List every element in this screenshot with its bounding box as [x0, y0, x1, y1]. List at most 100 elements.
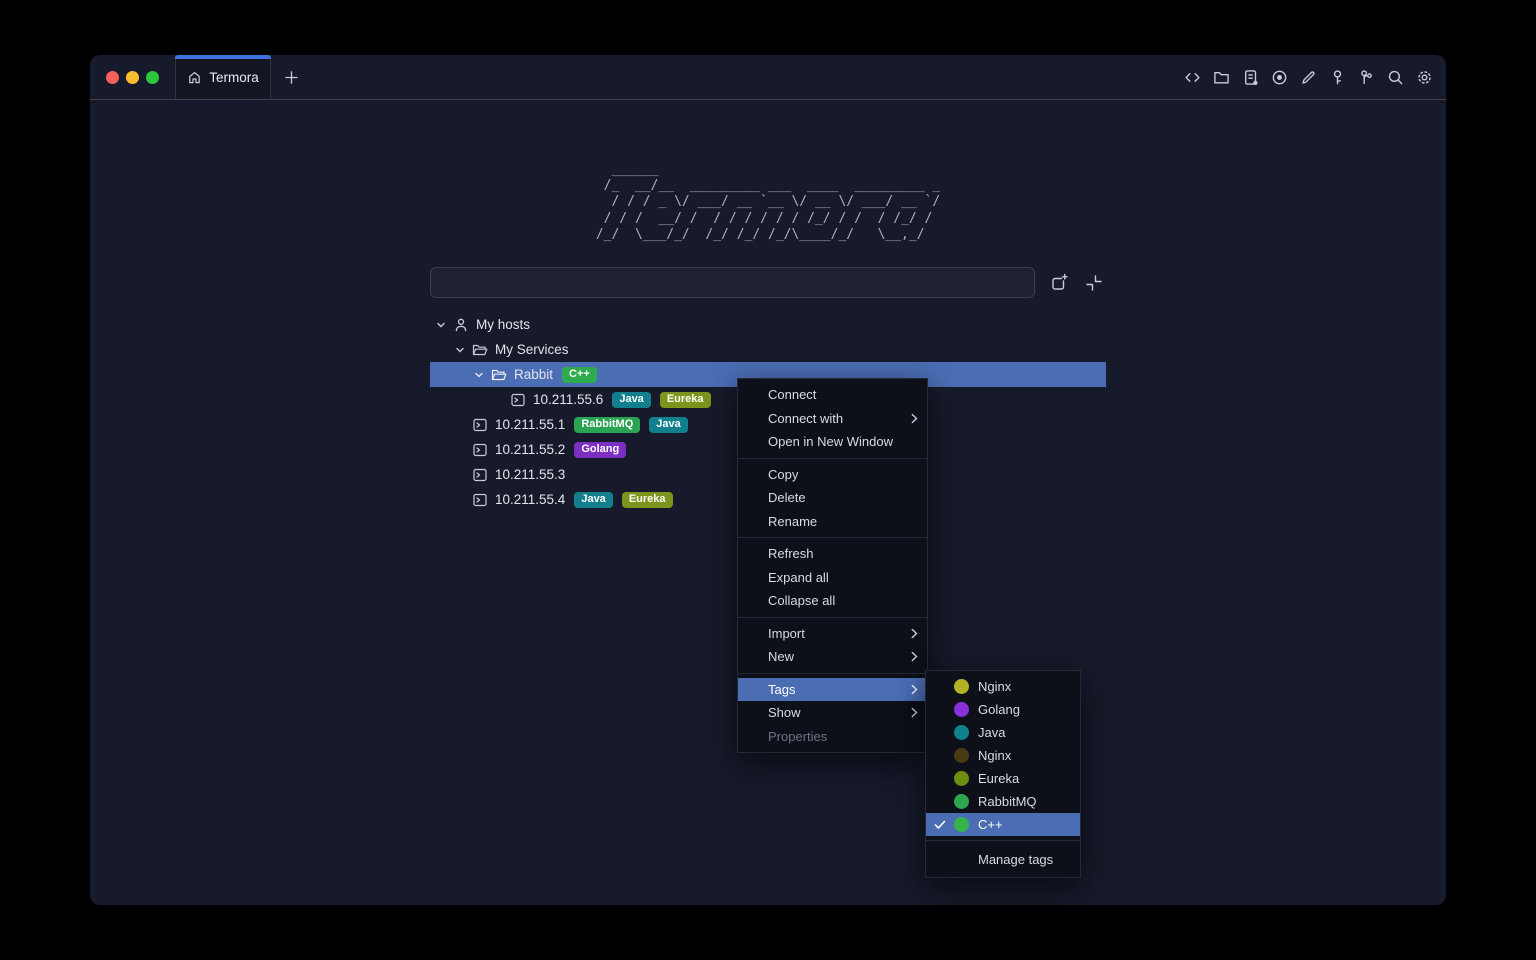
menu-item-label: Tags	[768, 682, 795, 697]
submenu-item-eureka[interactable]: Eureka	[926, 767, 1080, 790]
tree-item-my-services[interactable]: My Services	[430, 337, 1106, 362]
tree-item-label: 10.211.55.4	[495, 492, 565, 507]
menu-item-tags[interactable]: Tags	[738, 678, 927, 702]
ascii-logo: ______ /_ __/__ _________ ___ ____ _____…	[596, 162, 940, 243]
tag-color-dot	[954, 771, 969, 786]
tree-item-label: 10.211.55.3	[495, 467, 565, 482]
tags-submenu: Nginx Golang Java Nginx Eureka RabbitMQ	[925, 670, 1081, 878]
folder-open-icon	[472, 342, 488, 358]
log-icon[interactable]	[1241, 68, 1259, 86]
tree-item-label: 10.211.55.2	[495, 442, 565, 457]
terminal-icon	[472, 467, 488, 483]
collapse-all-button[interactable]	[1083, 272, 1105, 294]
menu-item-collapse-all[interactable]: Collapse all	[738, 589, 927, 613]
chevron-right-icon	[911, 413, 918, 424]
settings-icon[interactable]	[1415, 68, 1433, 86]
minimize-window-button[interactable]	[126, 71, 139, 84]
chevron-right-icon	[911, 684, 918, 695]
menu-item-label: Connect with	[768, 411, 843, 426]
tab-bar: Termora	[90, 55, 1446, 100]
home-icon	[187, 70, 202, 85]
menu-item-connect[interactable]: Connect	[738, 383, 927, 407]
menu-item-label: Connect	[768, 387, 816, 402]
edit-icon[interactable]	[1299, 68, 1317, 86]
menu-separator	[738, 617, 927, 618]
submenu-item-rabbitmq[interactable]: RabbitMQ	[926, 790, 1080, 813]
menu-item-delete[interactable]: Delete	[738, 486, 927, 510]
key-icon[interactable]	[1328, 68, 1346, 86]
menu-item-label: Refresh	[768, 546, 814, 561]
chevron-down-icon[interactable]	[434, 318, 448, 332]
tag-badge: RabbitMQ	[574, 417, 640, 433]
close-window-button[interactable]	[106, 71, 119, 84]
add-host-button[interactable]	[1048, 272, 1070, 294]
submenu-item-nginx-2[interactable]: Nginx	[926, 744, 1080, 767]
submenu-item-label: RabbitMQ	[978, 794, 1037, 809]
menu-item-label: New	[768, 649, 794, 664]
tag-color-dot	[954, 725, 969, 740]
search-icon[interactable]	[1386, 68, 1404, 86]
chevron-down-icon[interactable]	[453, 343, 467, 357]
tag-color-dot	[954, 679, 969, 694]
code-icon[interactable]	[1183, 68, 1201, 86]
submenu-item-label: Java	[978, 725, 1005, 740]
menu-item-label: Rename	[768, 514, 817, 529]
tag-badge: Java	[574, 492, 612, 508]
menu-item-connect-with[interactable]: Connect with	[738, 407, 927, 431]
tab-title: Termora	[209, 70, 259, 85]
tag-badge: Java	[612, 392, 650, 408]
submenu-item-label: Nginx	[978, 748, 1011, 763]
submenu-item-label: Golang	[978, 702, 1020, 717]
app-window: Termora	[90, 55, 1446, 905]
tab-termora[interactable]: Termora	[175, 55, 271, 99]
submenu-item-label: Eureka	[978, 771, 1019, 786]
menu-item-open-in-new-window[interactable]: Open in New Window	[738, 430, 927, 454]
menu-item-refresh[interactable]: Refresh	[738, 542, 927, 566]
check-icon	[934, 820, 954, 830]
menu-item-properties: Properties	[738, 725, 927, 749]
menu-item-expand-all[interactable]: Expand all	[738, 566, 927, 590]
tag-badge: Eureka	[660, 392, 711, 408]
menu-item-show[interactable]: Show	[738, 701, 927, 725]
tree-item-my-hosts[interactable]: My hosts	[430, 312, 1106, 337]
submenu-item-label: C++	[978, 817, 1003, 832]
manage-tags-button[interactable]: Manage tags	[926, 845, 1080, 873]
host-filter-input[interactable]	[430, 267, 1035, 298]
menu-item-import[interactable]: Import	[738, 622, 927, 646]
keychain-icon[interactable]	[1357, 68, 1375, 86]
tag-badge: C++	[562, 367, 597, 383]
menu-item-label: Show	[768, 705, 801, 720]
submenu-item-cpp[interactable]: C++	[926, 813, 1080, 836]
folder-icon[interactable]	[1212, 68, 1230, 86]
record-icon[interactable]	[1270, 68, 1288, 86]
terminal-icon	[472, 442, 488, 458]
menu-item-label: Copy	[768, 467, 798, 482]
window-controls	[90, 55, 175, 99]
menu-item-label: Import	[768, 626, 805, 641]
tree-item-label: Rabbit	[514, 367, 553, 382]
tag-color-dot	[954, 817, 969, 832]
chevron-down-icon[interactable]	[472, 368, 486, 382]
submenu-item-golang[interactable]: Golang	[926, 698, 1080, 721]
user-icon	[453, 317, 469, 333]
new-tab-button[interactable]	[271, 55, 311, 99]
submenu-item-java[interactable]: Java	[926, 721, 1080, 744]
menu-separator	[738, 458, 927, 459]
menu-separator	[738, 537, 927, 538]
toolbar	[1183, 55, 1446, 99]
zoom-window-button[interactable]	[146, 71, 159, 84]
submenu-item-nginx[interactable]: Nginx	[926, 675, 1080, 698]
menu-item-label: Open in New Window	[768, 434, 893, 449]
tag-color-dot	[954, 794, 969, 809]
menu-separator	[926, 840, 1080, 841]
tag-badge: Java	[649, 417, 687, 433]
terminal-icon	[472, 417, 488, 433]
tree-item-label: 10.211.55.1	[495, 417, 565, 432]
menu-item-new[interactable]: New	[738, 645, 927, 669]
context-menu: Connect Connect with Open in New Window …	[737, 378, 928, 753]
terminal-icon	[510, 392, 526, 408]
menu-item-copy[interactable]: Copy	[738, 463, 927, 487]
search-row	[430, 267, 1106, 298]
menu-item-rename[interactable]: Rename	[738, 510, 927, 534]
tree-item-label: My hosts	[476, 317, 530, 332]
